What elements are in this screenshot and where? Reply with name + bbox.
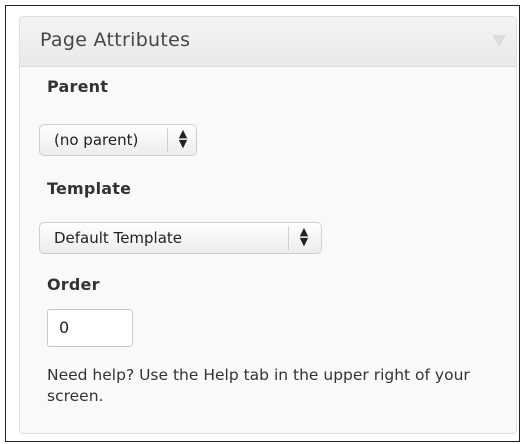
parent-label: Parent	[47, 77, 109, 96]
template-label: Template	[47, 179, 132, 198]
select-divider	[288, 226, 289, 250]
select-divider	[167, 128, 168, 152]
parent-select[interactable]: (no parent) ▲ ▼	[39, 124, 197, 156]
order-input[interactable]: 0	[47, 309, 133, 347]
select-arrows-icon: ▲ ▼	[299, 225, 309, 248]
panel-title: Page Attributes	[40, 29, 191, 51]
triangle-down-icon[interactable]	[492, 35, 506, 47]
order-label: Order	[47, 275, 100, 294]
parent-select-value: (no parent)	[54, 131, 139, 149]
template-select-value: Default Template	[54, 229, 183, 247]
page-attributes-panel: Page Attributes Parent (no parent) ▲ ▼ Te…	[19, 16, 517, 434]
select-arrows-icon: ▲ ▼	[178, 127, 188, 150]
panel-header[interactable]: Page Attributes	[20, 17, 516, 67]
template-select[interactable]: Default Template ▲ ▼	[39, 222, 322, 254]
help-text: Need help? Use the Help tab in the upper…	[47, 366, 470, 405]
